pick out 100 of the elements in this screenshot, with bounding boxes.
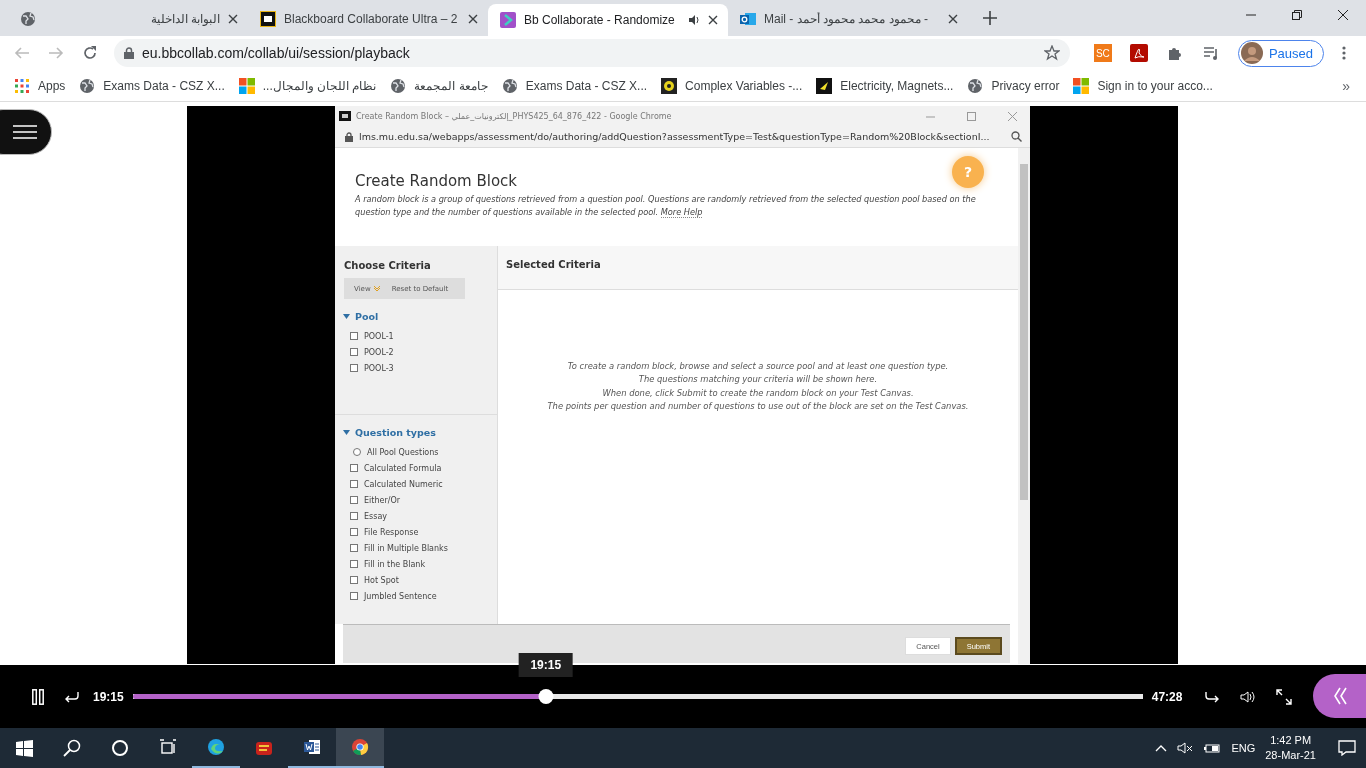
- panel-title: Selected Criteria: [498, 246, 1018, 290]
- globe-icon: [501, 77, 518, 94]
- windows-logo-icon: [238, 77, 255, 94]
- checkbox[interactable]: [350, 544, 358, 552]
- option-label: Calculated Formula: [364, 463, 442, 473]
- window-title: Create Random Block – إلكترونيات_عملي_PHYS425_64_876_422 - Google Chrome: [356, 111, 673, 121]
- lock-icon: [124, 47, 134, 59]
- mail-icon: [740, 11, 756, 27]
- help-link[interactable]: More Help: [660, 207, 703, 218]
- playlist-icon[interactable]: [1202, 45, 1219, 61]
- address-bar[interactable]: lms.mu.edu.sa/webapps/assessment/do/authoring/addQuestion?assessmentType=Test&questionType=Random%20Block&sectionI...: [335, 126, 1030, 148]
- taskbar-button[interactable]: [336, 728, 384, 768]
- star-icon[interactable]: [1043, 45, 1060, 61]
- volume-icon[interactable]: [1240, 690, 1257, 703]
- bookmark[interactable]: Exams Data - CSZ X...: [495, 72, 654, 99]
- chevron-down-icon: [373, 286, 380, 291]
- restore-icon[interactable]: [1292, 10, 1302, 20]
- close-icon[interactable]: [948, 14, 958, 24]
- option-label: Fill in the Blank: [364, 559, 426, 569]
- reload-icon[interactable]: [82, 45, 98, 61]
- lock-icon: [345, 131, 353, 142]
- dictionary-icon: [255, 739, 273, 757]
- globe-icon: [79, 77, 96, 94]
- option-label: File Response: [364, 527, 419, 537]
- bookmark[interactable]: Sign in to your acco...: [1067, 72, 1219, 99]
- scrollbar[interactable]: [1018, 148, 1030, 664]
- bookmark[interactable]: Apps: [8, 72, 72, 99]
- bookmark[interactable]: Complex Variables -...: [655, 72, 809, 99]
- browser-tab[interactable]: Bb Collaborate - Randomize: [488, 4, 728, 36]
- logo-icon: [500, 12, 516, 28]
- language-indicator[interactable]: ENG: [1231, 742, 1256, 754]
- bookmark[interactable]: Privacy error: [961, 72, 1066, 99]
- phet-logo-icon: [816, 77, 833, 94]
- bookmark[interactable]: Electricity, Magnets...: [810, 72, 960, 99]
- windows-icon: [15, 739, 33, 757]
- page-heading: Create Random Block: [355, 172, 518, 190]
- progress-handle[interactable]: [538, 689, 554, 704]
- checkbox[interactable]: [350, 464, 358, 472]
- more-bookmarks-button[interactable]: »: [1334, 77, 1358, 94]
- maximize-icon[interactable]: [966, 111, 976, 121]
- close-icon[interactable]: [708, 15, 718, 25]
- browser-tab[interactable]: Blackboard Collaborate Ultra – 2: [248, 4, 488, 34]
- option-label: Either/Or: [364, 495, 400, 505]
- page-description: A random block is a group of questions retrieved from a question pool. Questions are randomly retrieved from the selected question pool based on the question type and the number of questions available in the selected pool. More Help: [355, 193, 977, 219]
- radio-button[interactable]: [353, 448, 361, 456]
- circle-icon: [111, 739, 129, 757]
- menu-icon[interactable]: [1342, 46, 1346, 60]
- menu-button[interactable]: [0, 109, 52, 155]
- close-icon[interactable]: [468, 14, 478, 24]
- option-label: POOL-1: [364, 331, 394, 341]
- option-label: Calculated Numeric: [364, 479, 443, 489]
- browser-tab[interactable]: البوابة الداخلية: [8, 4, 248, 34]
- checkbox[interactable]: [350, 512, 358, 520]
- battery-icon[interactable]: [1203, 742, 1222, 754]
- checkbox[interactable]: [350, 496, 358, 504]
- panel-title: Choose Criteria: [343, 259, 432, 273]
- checkbox[interactable]: [350, 348, 358, 356]
- panel-toggle-button[interactable]: [1313, 674, 1366, 718]
- close-icon[interactable]: [1338, 10, 1348, 20]
- chrome-icon: [351, 738, 369, 756]
- bookmark[interactable]: جامعة المجمعة: [384, 72, 494, 99]
- muted-speaker-icon[interactable]: [1177, 742, 1194, 754]
- checkbox[interactable]: [350, 528, 358, 536]
- option-label: Jumbled Sentence: [364, 591, 437, 601]
- forward-icon[interactable]: [1204, 690, 1221, 703]
- option-label: POOL-2: [364, 347, 394, 357]
- clock[interactable]: 1:42 PM 28-Mar-21: [1265, 733, 1316, 763]
- close-icon[interactable]: [228, 14, 238, 24]
- checkbox[interactable]: [350, 560, 358, 568]
- checkbox[interactable]: [350, 480, 358, 488]
- edge-icon: [207, 738, 225, 756]
- rewind-icon[interactable]: [64, 690, 80, 703]
- current-time: 19:15: [93, 689, 124, 704]
- address-bar[interactable]: eu.bbcollab.com/collab/ui/session/playback: [114, 39, 1070, 67]
- bookmark[interactable]: Exams Data - CSZ X...: [73, 72, 231, 99]
- puzzle-icon[interactable]: [1166, 45, 1183, 61]
- menu-icon: [13, 124, 37, 140]
- pdf-icon[interactable]: [1129, 44, 1148, 62]
- pause-icon[interactable]: [32, 688, 44, 705]
- instruction-text: To create a random block, browse and select a source pool and at least one question type.: [567, 360, 949, 373]
- new-tab-icon[interactable]: [983, 11, 997, 25]
- chevron-up-icon[interactable]: [1155, 744, 1168, 752]
- search-icon[interactable]: [1011, 131, 1022, 142]
- instruction-text: The questions matching your criteria will be shown here.: [638, 373, 878, 387]
- word-icon: [303, 738, 321, 756]
- notifications-icon[interactable]: [1338, 740, 1356, 756]
- bookmark[interactable]: نظام اللجان والمجال...: [232, 72, 383, 99]
- apps-grid-icon: [14, 77, 30, 94]
- globe-icon: [967, 77, 984, 94]
- checkbox[interactable]: [350, 592, 358, 600]
- avatar-icon: [1240, 42, 1263, 64]
- checkbox[interactable]: [350, 332, 358, 340]
- checkbox[interactable]: [350, 364, 358, 372]
- section-header[interactable]: Question types: [335, 415, 497, 444]
- fullscreen-icon[interactable]: [1276, 688, 1293, 705]
- total-time: 47:28: [1151, 689, 1183, 704]
- section-header[interactable]: Pool: [335, 299, 497, 328]
- logo-icon: [339, 111, 351, 121]
- checkbox[interactable]: [350, 576, 358, 584]
- windows-logo-icon: [1073, 77, 1090, 94]
